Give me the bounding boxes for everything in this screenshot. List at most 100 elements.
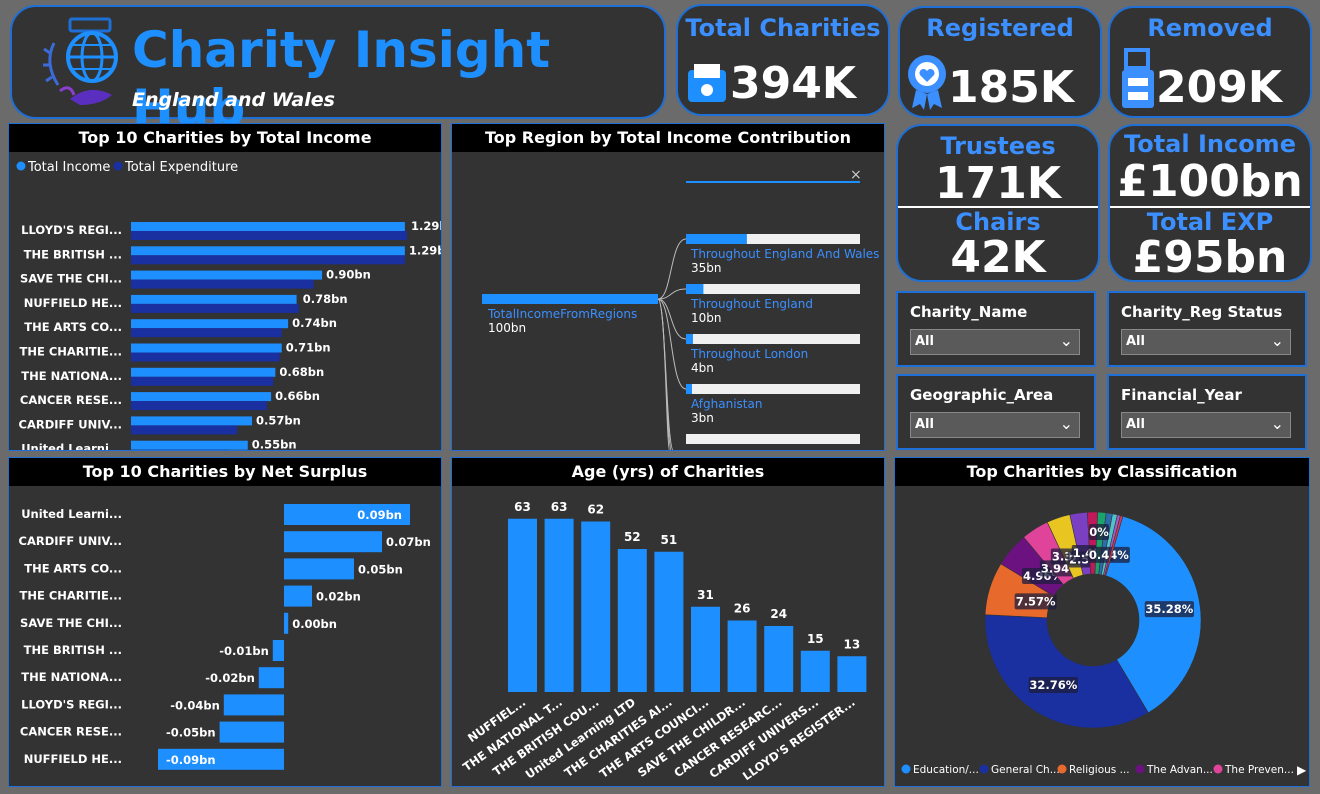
bar-net-surplus — [284, 585, 312, 607]
age-bar — [544, 518, 574, 692]
slicer-dropdown[interactable]: All ⌄ — [1121, 329, 1291, 355]
age-bar — [508, 518, 537, 692]
data-label: 0.57bn — [256, 413, 301, 427]
data-label: -0.05bn — [166, 726, 216, 740]
node-label: Throughout London — [690, 347, 808, 361]
legend-marker — [901, 764, 911, 774]
node-value: 4bn — [691, 361, 714, 375]
root-value: 100bn — [488, 321, 526, 335]
chevron-down-icon[interactable]: ⌄ — [1060, 331, 1073, 350]
data-label: 63 — [551, 500, 568, 514]
bar-total-income — [131, 294, 297, 304]
node-bar — [686, 334, 693, 344]
slicer-charity-reg-status[interactable]: Charity_Reg Status All ⌄ — [1107, 291, 1307, 367]
panel-title: Top Region by Total Income Contribution — [452, 124, 884, 152]
region-decomposition-tree: × TotalIncomeFromRegions100bn Throughout E… — [482, 167, 879, 450]
kpi-total-income-value: £100bn — [1117, 156, 1303, 207]
legend-label: The Preven... — [1224, 764, 1294, 776]
category-label: United Learni... — [21, 442, 122, 451]
kpi-removed: Removed 209K — [1108, 6, 1312, 118]
tree-connector — [657, 238, 687, 300]
slicer-dropdown[interactable]: All ⌄ — [910, 329, 1080, 355]
kpi-removed-value: 209K — [1156, 62, 1282, 113]
panel-classification: Top Charities by Classification 35.28% 32… — [894, 457, 1310, 787]
data-label: 24 — [770, 607, 787, 621]
node-value: 35bn — [691, 261, 722, 275]
data-label: 0.68bn — [279, 365, 324, 379]
age-bar — [727, 620, 757, 692]
node-value: 3bn — [691, 411, 714, 425]
node-track — [686, 334, 860, 344]
category-label: NUFFIELD HE... — [24, 752, 122, 766]
legend-label-income: Total Income — [27, 160, 110, 175]
legend-label: Religious ... — [1069, 764, 1130, 776]
data-label: 63 — [514, 500, 531, 514]
root-label: TotalIncomeFromRegions — [487, 307, 637, 321]
chevron-down-icon[interactable]: ⌄ — [1271, 331, 1284, 350]
category-label: THE CHARITIE... — [19, 589, 122, 603]
slicer-label: Charity_Name — [910, 303, 1028, 321]
kpi-trustees-chairs: Trustees 171K Chairs 42K — [896, 124, 1100, 283]
category-label: LLOYD'S REGI... — [21, 223, 122, 237]
bar-total-income — [131, 319, 289, 329]
category-label: United Learni... — [21, 507, 122, 521]
panel-income: Top 10 Charities by Total Income Total I… — [8, 123, 442, 451]
slicer-label: Geographic_Area — [910, 386, 1054, 404]
age-bar — [691, 606, 720, 692]
data-label: 0.55bn — [252, 438, 297, 451]
category-label: THE ARTS CO... — [24, 320, 122, 334]
category-label: CANCER RESE... — [20, 725, 122, 739]
bar-total-expenditure — [131, 328, 282, 338]
legend-marker — [1135, 764, 1145, 774]
bar-total-income — [131, 367, 276, 377]
badge-heart-icon — [908, 55, 946, 110]
slicer-dropdown[interactable]: All ⌄ — [910, 412, 1080, 438]
data-label: 0.74bn — [292, 316, 337, 330]
surplus-bar-chart: United Learni... 0.09bn CARDIFF UNIV... 0.0… — [19, 504, 431, 770]
age-bar — [581, 521, 611, 692]
slicer-value: All — [915, 334, 934, 349]
data-label: 0.66bn — [275, 389, 320, 403]
node-label: Afghanistan — [691, 397, 762, 411]
category-label: CANCER RESE... — [20, 393, 122, 407]
kpi-total-charities: Total Charities 394K — [676, 4, 890, 116]
node-track-partial — [686, 434, 860, 444]
bar-total-expenditure — [131, 376, 274, 386]
data-label: 0.07bn — [386, 535, 431, 549]
node-track — [686, 284, 860, 294]
data-label: -0.04bn — [170, 698, 220, 712]
kpi-total-charities-value: 394K — [730, 58, 856, 109]
bar-total-expenditure — [131, 425, 238, 435]
bar-total-income — [131, 440, 248, 450]
chevron-down-icon[interactable]: ⌄ — [1271, 414, 1284, 433]
slicer-financial-year[interactable]: Financial_Year All ⌄ — [1107, 374, 1307, 450]
bar-total-income — [131, 392, 272, 402]
slicer-geographic-area[interactable]: Geographic_Area All ⌄ — [896, 374, 1096, 450]
legend-label: The Advan... — [1146, 764, 1213, 776]
slicer-charity-name[interactable]: Charity_Name All ⌄ — [896, 291, 1096, 367]
slicer-value: All — [1126, 334, 1145, 349]
legend-marker-income — [16, 161, 26, 171]
panel-title: Age (yrs) of Charities — [452, 458, 884, 486]
node-bar — [686, 234, 747, 244]
bar-total-expenditure — [131, 401, 267, 411]
bar-net-surplus — [272, 640, 284, 661]
data-label: 15 — [807, 632, 824, 646]
kpi-income-exp: Total Income £100bn Total EXP £95bn — [1108, 124, 1312, 283]
slicer-dropdown[interactable]: All ⌄ — [1121, 412, 1291, 438]
data-label: 62 — [587, 503, 604, 517]
chevron-down-icon[interactable]: ⌄ — [1060, 414, 1073, 433]
kpi-total-income-label: Total Income — [1124, 130, 1296, 158]
legend-marker — [979, 764, 989, 774]
category-label: THE CHARITIE... — [19, 345, 122, 359]
slicer-value: All — [915, 417, 934, 432]
panel-region: Top Region by Total Income Contribution … — [451, 123, 885, 451]
legend-marker — [1057, 764, 1067, 774]
category-label: CARDIFF UNIV... — [19, 534, 123, 548]
kpi-total-exp-value: £95bn — [1132, 232, 1288, 283]
kpi-registered-value: 185K — [948, 62, 1074, 113]
data-label: 0.05bn — [358, 562, 403, 576]
kpi-total-charities-label: Total Charities — [685, 14, 881, 42]
donut-slice — [984, 614, 1149, 729]
slicer-label: Financial_Year — [1121, 386, 1242, 404]
